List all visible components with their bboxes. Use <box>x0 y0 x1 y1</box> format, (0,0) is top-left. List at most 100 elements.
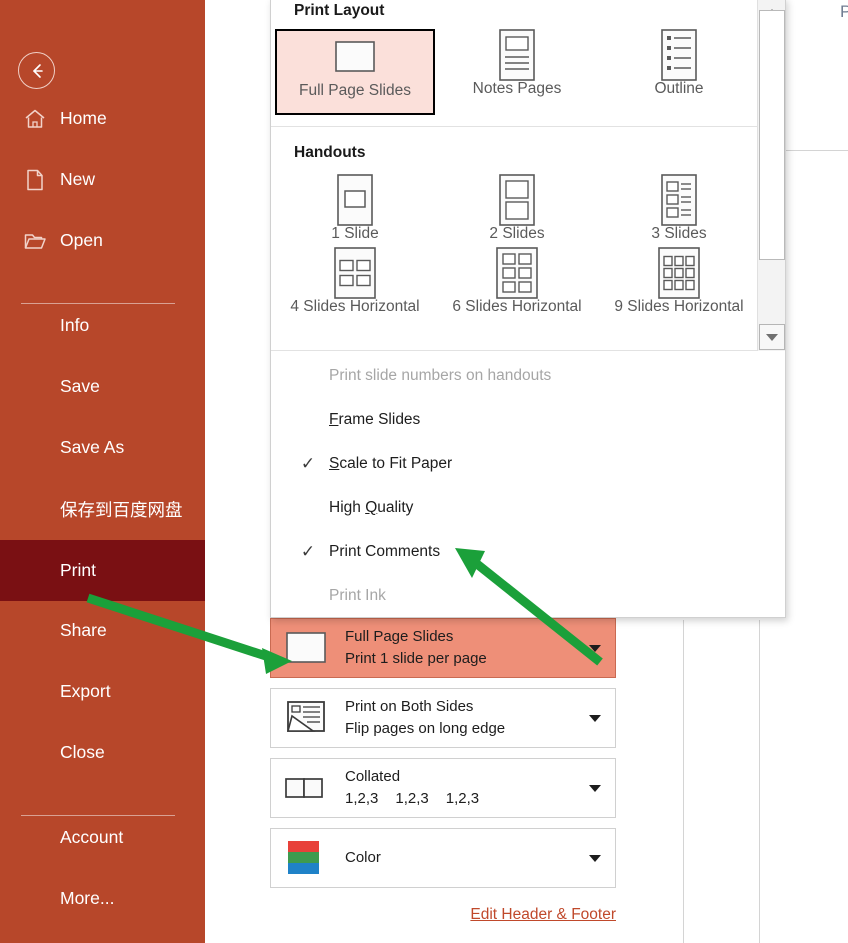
sidebar-item-export[interactable]: Export <box>0 661 205 722</box>
sidebar-item-new[interactable]: New <box>0 149 205 210</box>
sidebar-separator <box>21 303 175 304</box>
chevron-down-icon[interactable] <box>589 785 601 792</box>
tile-label: 6 Slides Horizontal <box>452 298 582 315</box>
notes-page-icon <box>496 29 538 81</box>
sidebar-item-label: More... <box>60 888 115 908</box>
sidebar-item-open[interactable]: Open <box>0 210 205 271</box>
tile-full-page-slides[interactable]: Full Page Slides <box>275 29 435 115</box>
setting-row-color[interactable]: Color <box>270 828 616 888</box>
handout-4-icon <box>334 247 376 299</box>
options-separator <box>271 350 785 351</box>
sidebar-item-label: Export <box>60 681 111 701</box>
chevron-down-icon[interactable] <box>589 715 601 722</box>
partial-heading-text: P <box>840 2 848 21</box>
sidebar-item-print[interactable]: Print <box>0 540 205 601</box>
backstage-sidebar: Home New Open Info Save Save As 保存到百度网盘 Print Sh… <box>0 0 205 943</box>
tile-label: 1 Slide <box>331 225 379 242</box>
setting-subtitle: Print 1 slide per page <box>345 650 487 667</box>
pane-divider-right <box>759 620 760 943</box>
option-print-comments[interactable]: ✓ Print Comments <box>271 530 785 574</box>
sidebar-item-label: Save As <box>60 437 125 457</box>
tile-label: Outline <box>654 80 704 97</box>
option-label: Print Ink <box>329 587 386 604</box>
collated-icon <box>283 768 329 808</box>
dropdown-scrollbar[interactable] <box>757 0 785 351</box>
chevron-down-icon[interactable] <box>589 855 601 862</box>
handout-2-icon <box>496 174 538 226</box>
sidebar-item-label: Home <box>60 108 107 128</box>
back-arrow-icon[interactable] <box>18 52 55 89</box>
setting-row-collated[interactable]: Collated 1,2,3 1,2,3 1,2,3 <box>270 758 616 818</box>
setting-subtitle: 1,2,3 1,2,3 1,2,3 <box>345 790 480 807</box>
setting-title: Print on Both Sides <box>345 698 474 716</box>
setting-row-print-on-both-sides[interactable]: Print on Both Sides Flip pages on long ed… <box>270 688 616 748</box>
color-icon <box>283 838 329 878</box>
sidebar-item-label: Close <box>60 742 105 762</box>
handout-3-icon <box>658 174 700 226</box>
sidebar-item-label: Info <box>60 315 90 335</box>
chevron-down-icon[interactable] <box>589 645 601 652</box>
sidebar-item-more[interactable]: More... <box>0 868 205 929</box>
checkmark-icon: ✓ <box>300 542 316 561</box>
checkmark-icon: ✓ <box>300 454 316 473</box>
sidebar-item-label: Open <box>60 230 103 250</box>
option-label: High Quality <box>329 499 414 516</box>
sidebar-item-label: Share <box>60 620 107 640</box>
print-layout-dropdown: Print Layout Full Page Slides Notes Page… <box>270 0 786 618</box>
option-label: Print Comments <box>329 543 441 560</box>
full-page-slide-icon <box>332 31 378 83</box>
folder-icon <box>22 228 48 254</box>
tile-6-slides-horizontal[interactable]: 6 Slides Horizontal <box>437 247 597 333</box>
setting-title: Collated <box>345 768 401 786</box>
tile-label: Full Page Slides <box>298 82 411 99</box>
sidebar-item-[interactable]: 保存到百度网盘 <box>0 479 205 540</box>
option-label: Frame Slides <box>329 411 421 428</box>
sidebar-item-share[interactable]: Share <box>0 600 205 661</box>
group-title-handouts: Handouts <box>294 144 366 161</box>
full-page-slide-icon <box>283 628 329 668</box>
sidebar-item-close[interactable]: Close <box>0 722 205 783</box>
tile-outline[interactable]: Outline <box>599 29 759 115</box>
option-label: Print slide numbers on handouts <box>329 367 552 384</box>
home-icon <box>22 106 48 132</box>
tile-label: 3 Slides <box>651 225 707 242</box>
tile-9-slides-horizontal[interactable]: 9 Slides Horizontal <box>599 247 759 333</box>
tile-label: 9 Slides Horizontal <box>614 298 744 315</box>
handout-6-icon <box>496 247 538 299</box>
handout-1-icon <box>334 174 376 226</box>
group-separator <box>271 126 785 127</box>
sidebar-item-home[interactable]: Home <box>0 88 205 149</box>
sidebar-item-label: Save <box>60 376 100 396</box>
option-frame-slides[interactable]: Frame Slides <box>271 398 785 442</box>
scroll-down-arrow-icon[interactable] <box>759 324 785 350</box>
tile-label: 4 Slides Horizontal <box>290 298 420 315</box>
option-print-ink: Print Ink <box>271 574 785 618</box>
setting-title: Color <box>345 849 381 867</box>
sidebar-item-label: 保存到百度网盘 <box>60 500 183 520</box>
scrollbar-thumb[interactable] <box>759 10 785 260</box>
tile-4-slides-horizontal[interactable]: 4 Slides Horizontal <box>275 247 435 333</box>
edit-header-footer-link[interactable]: Edit Header & Footer <box>470 906 616 924</box>
group-title-print-layout: Print Layout <box>294 2 385 19</box>
tile-label: 2 Slides <box>489 225 545 242</box>
sidebar-separator <box>21 815 175 816</box>
sidebar-item-info[interactable]: Info <box>0 295 205 356</box>
option-scale-to-fit-paper[interactable]: ✓ Scale to Fit Paper <box>271 442 785 486</box>
sidebar-item-account[interactable]: Account <box>0 807 205 868</box>
tile-label: Notes Pages <box>472 80 562 97</box>
option-high-quality[interactable]: High Quality <box>271 486 785 530</box>
sidebar-item-label: Print <box>60 560 96 580</box>
sidebar-item-save[interactable]: Save <box>0 356 205 417</box>
setting-subtitle: Flip pages on long edge <box>345 720 506 737</box>
pane-divider-left <box>683 620 684 943</box>
page-icon <box>22 167 48 193</box>
sidebar-item-save-as[interactable]: Save As <box>0 417 205 478</box>
print-settings-list: Full Page Slides Print 1 slide per page Pr… <box>270 618 616 923</box>
tile-notes-pages[interactable]: Notes Pages <box>437 29 597 115</box>
both-sides-icon <box>283 698 329 738</box>
setting-row-full-page-slides[interactable]: Full Page Slides Print 1 slide per page <box>270 618 616 678</box>
sidebar-item-label: New <box>60 169 96 189</box>
outline-icon <box>658 29 700 81</box>
handout-9-icon <box>658 247 700 299</box>
setting-title: Full Page Slides <box>345 628 454 646</box>
